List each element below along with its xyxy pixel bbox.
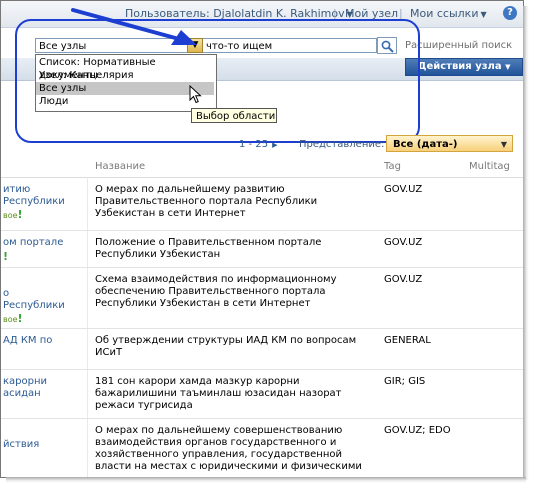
shadow [6,477,526,483]
pager-range: 1 - 25 [239,139,269,150]
row-link[interactable]: йствия [3,439,39,451]
row-title[interactable]: 181 сон карори хамда мазкур карорни бажа… [95,376,365,412]
new-badge: вое! [3,208,23,221]
column-header-title[interactable]: Название [95,161,145,172]
row-tag: GOV.UZ [384,274,423,285]
table-row[interactable]: йствия О мерах по дальнейшему совершенст… [1,419,523,477]
table-header: Название Tag Multitag [1,157,523,178]
table-row[interactable]: АД КМ по Об утверждении структуры ИАД КМ… [1,329,523,370]
row-tag: GOV.UZ [384,184,423,195]
view-value: Все (дата-) [393,139,458,150]
next-page-icon[interactable]: ▶ [272,141,277,149]
table-row[interactable]: карорни асидан 181 сон карори хамда мазк… [1,370,523,419]
shadow [523,6,529,480]
annotation-arrow-icon [71,8,197,45]
column-header-tag[interactable]: Tag [384,161,401,172]
row-link[interactable]: ом портале [3,237,63,249]
row-title[interactable]: Об утверждении структуры ИАД КМ по вопро… [95,335,365,359]
row-title[interactable]: О мерах по дальнейшему совершенствованию… [95,425,365,473]
row-title[interactable]: Схема взаимодействия по информационному … [95,274,365,310]
row-tag: GOV.UZ [384,237,423,248]
row-title[interactable]: Положение о Правительственном портале Ре… [95,237,365,261]
new-badge: ! [3,250,9,263]
table-row[interactable]: итию Республики вое! О мерах по дальнейш… [1,178,523,231]
chevron-down-icon: ▼ [500,140,507,149]
view-select[interactable]: Все (дата-) ▼ [386,135,513,152]
row-tag: GIR; GIS [384,376,426,387]
column-header-multitag[interactable]: Multitag [469,161,510,172]
pager[interactable]: 1 - 25 ▶ [239,139,277,150]
row-title[interactable]: О мерах по дальнейшему развитию Правител… [95,184,365,220]
row-tag: GOV.UZ; EDO [384,425,451,436]
table-row[interactable]: ом портале ! Положение о Правительственн… [1,231,523,268]
row-tag: GENERAL [384,335,431,346]
new-badge: вое! [3,312,23,325]
row-link[interactable]: итию Республики [3,184,65,208]
table-row[interactable]: о Республики вое! Схема взаимодействия п… [1,268,523,329]
row-link[interactable]: АД КМ по [3,335,52,347]
screenshot-frame: Пользователь: Djalolatdin K. Rakhimov ▼ |… [0,0,524,478]
row-link[interactable]: карорни асидан [3,376,47,400]
view-label: Представление: [299,139,385,150]
row-link[interactable]: о Республики [3,288,65,312]
